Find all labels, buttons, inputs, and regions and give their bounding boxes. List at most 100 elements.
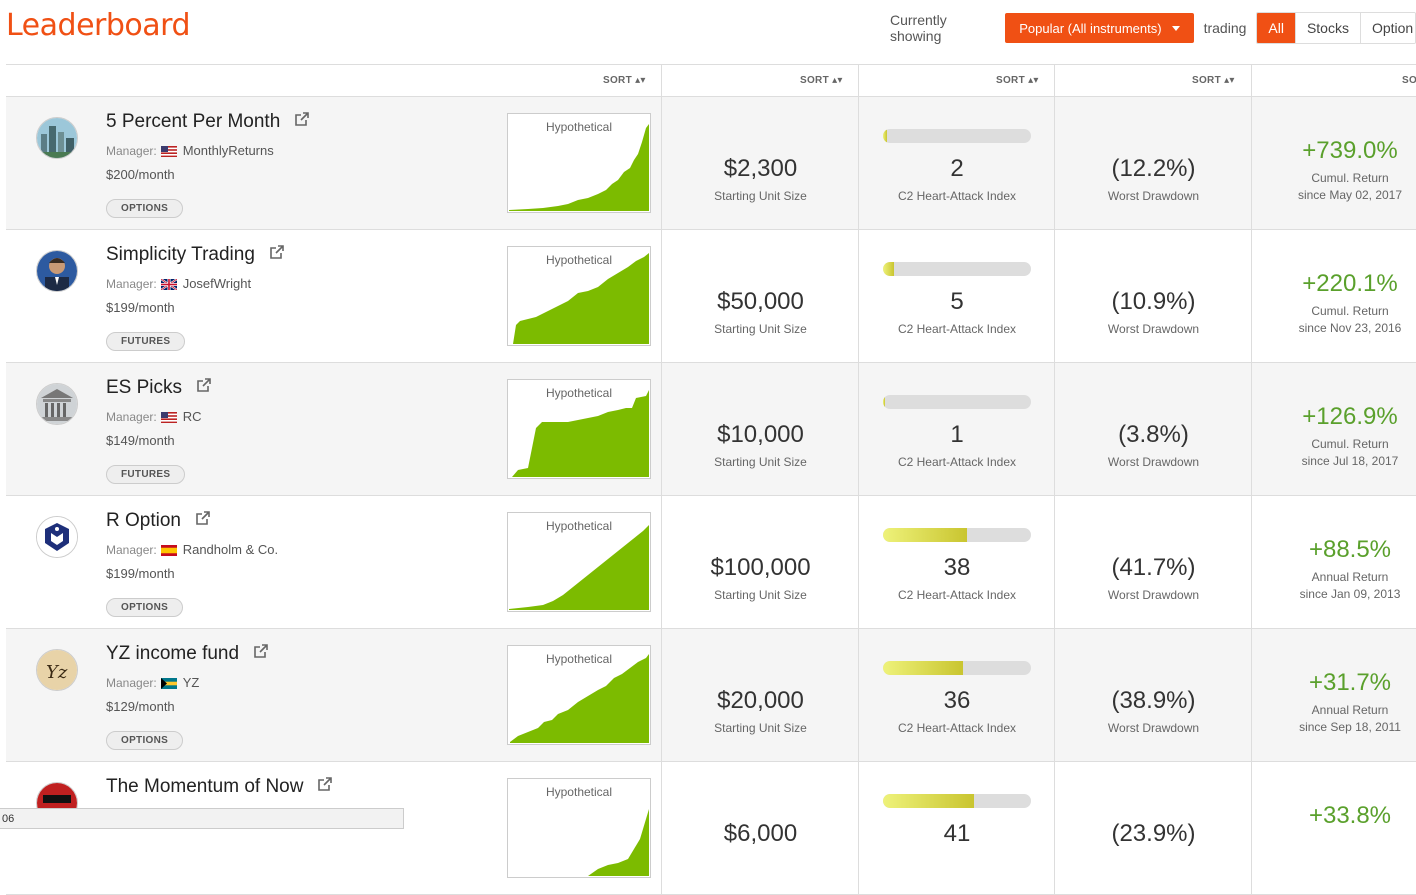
return-cell: +220.1% Cumul. Return since Nov 23, 2016 bbox=[1251, 230, 1416, 362]
building-icon[interactable] bbox=[36, 383, 78, 425]
heart-attack-bar bbox=[883, 794, 1031, 808]
table-row[interactable]: 5 Percent Per Month Manager: MonthlyRetur… bbox=[6, 97, 1416, 230]
return-since: since Jul 18, 2017 bbox=[1301, 454, 1399, 468]
instrument-tag: FUTURES bbox=[106, 332, 186, 351]
drawdown-value: (12.2%) bbox=[1111, 155, 1196, 182]
table-row[interactable]: ES Picks Manager: RC $149/month FUTURES H… bbox=[6, 363, 1416, 496]
tab-options[interactable]: Option bbox=[1360, 13, 1416, 43]
drawdown-cell: (10.9%) Worst Drawdown bbox=[1054, 230, 1252, 362]
external-link-icon[interactable] bbox=[196, 377, 212, 399]
manager-name[interactable]: YZ bbox=[183, 675, 200, 690]
external-link-icon[interactable] bbox=[253, 643, 269, 665]
drawdown-label: Worst Drawdown bbox=[1107, 721, 1200, 735]
leaderboard-table: SORT ▴▾ SORT ▴▾ SORT ▴▾ SORT ▴▾ SORT 5 P… bbox=[6, 64, 1416, 895]
strategy-name-link[interactable]: ES Picks bbox=[106, 377, 212, 399]
unit-size-label: Starting Unit Size bbox=[714, 588, 807, 602]
heart-attack-label: C2 Heart-Attack Index bbox=[897, 588, 1017, 602]
yz-logo-icon[interactable]: Yz bbox=[36, 649, 78, 691]
drawdown-label: Worst Drawdown bbox=[1107, 189, 1200, 203]
external-link-icon[interactable] bbox=[317, 776, 333, 798]
person-icon[interactable] bbox=[36, 250, 78, 292]
flag-icon bbox=[160, 278, 178, 292]
instrument-dropdown[interactable]: Popular (All instruments) bbox=[1005, 13, 1194, 43]
shield-logo-icon[interactable] bbox=[36, 516, 78, 558]
instrument-tag: FUTURES bbox=[106, 465, 186, 484]
instrument-tag: OPTIONS bbox=[106, 199, 184, 218]
return-label: Annual Return bbox=[1311, 703, 1389, 717]
currently-showing-label: Currently showing bbox=[890, 12, 947, 44]
unit-size-cell: $6,000 bbox=[661, 762, 859, 894]
chart-hypothetical-label: Hypothetical bbox=[545, 652, 613, 666]
manager-name[interactable]: MonthlyReturns bbox=[183, 143, 274, 158]
strategy-name-link[interactable]: 5 Percent Per Month bbox=[106, 111, 310, 133]
return-label: Annual Return bbox=[1311, 570, 1389, 584]
trading-label: trading bbox=[1203, 20, 1247, 36]
unit-size-value: $10,000 bbox=[717, 421, 804, 448]
heart-attack-label: C2 Heart-Attack Index bbox=[897, 322, 1017, 336]
heart-attack-bar bbox=[883, 528, 1031, 542]
strategy-name-link[interactable]: YZ income fund bbox=[106, 643, 269, 665]
unit-size-label: Starting Unit Size bbox=[714, 322, 807, 336]
heart-attack-value: 2 bbox=[950, 155, 964, 182]
sort-unit-size[interactable]: SORT ▴▾ bbox=[800, 75, 843, 86]
svg-text:Yz: Yz bbox=[46, 662, 68, 683]
strategy-name-link[interactable]: The Momentum of Now bbox=[106, 776, 333, 798]
subscription-price: $199/month bbox=[106, 566, 175, 581]
manager-name[interactable]: Randholm & Co. bbox=[183, 542, 278, 557]
equity-chart[interactable]: Hypothetical bbox=[507, 645, 651, 745]
flag-icon bbox=[160, 412, 177, 424]
table-row[interactable]: Simplicity Trading Manager: JosefWright $… bbox=[6, 230, 1416, 363]
return-cell: +31.7% Annual Return since Sep 18, 2011 bbox=[1251, 629, 1416, 761]
return-value: +126.9% bbox=[1302, 403, 1398, 430]
flag-icon bbox=[160, 678, 177, 690]
subscription-price: $199/month bbox=[106, 300, 175, 315]
heart-attack-bar bbox=[883, 262, 1031, 276]
table-row[interactable]: Yz YZ income fund Manager: YZ $129/month … bbox=[6, 629, 1416, 762]
equity-chart[interactable]: Hypothetical bbox=[507, 379, 651, 479]
manager-name[interactable]: RC bbox=[183, 409, 202, 424]
heart-attack-cell: 38 C2 Heart-Attack Index bbox=[858, 496, 1055, 628]
unit-size-label: Starting Unit Size bbox=[714, 455, 807, 469]
equity-chart[interactable]: Hypothetical bbox=[507, 246, 651, 346]
unit-size-cell: $2,300 Starting Unit Size bbox=[661, 97, 859, 229]
heart-attack-cell: 36 C2 Heart-Attack Index bbox=[858, 629, 1055, 761]
city-icon[interactable] bbox=[36, 117, 78, 159]
chart-hypothetical-label: Hypothetical bbox=[545, 519, 613, 533]
unit-size-value: $2,300 bbox=[723, 155, 798, 182]
drawdown-cell: (3.8%) Worst Drawdown bbox=[1054, 363, 1252, 495]
heart-attack-value: 5 bbox=[950, 288, 964, 315]
return-cell: +88.5% Annual Return since Jan 09, 2013 bbox=[1251, 496, 1416, 628]
strategy-name-link[interactable]: R Option bbox=[106, 510, 211, 532]
drawdown-value: (41.7%) bbox=[1111, 554, 1196, 581]
external-link-icon[interactable] bbox=[294, 111, 310, 133]
sort-drawdown[interactable]: SORT ▴▾ bbox=[1192, 75, 1235, 86]
return-since: since Nov 23, 2016 bbox=[1298, 321, 1402, 335]
sort-return[interactable]: SORT bbox=[1402, 75, 1416, 86]
return-since: since May 02, 2017 bbox=[1297, 188, 1403, 202]
equity-chart[interactable]: Hypothetical bbox=[507, 512, 651, 612]
sort-strategy[interactable]: SORT ▴▾ bbox=[603, 75, 646, 86]
tab-all[interactable]: All bbox=[1257, 13, 1296, 43]
unit-size-value: $100,000 bbox=[710, 554, 811, 581]
return-value: +220.1% bbox=[1302, 270, 1398, 297]
return-value: +31.7% bbox=[1308, 669, 1392, 696]
chart-hypothetical-label: Hypothetical bbox=[545, 386, 613, 400]
return-cell: +126.9% Cumul. Return since Jul 18, 2017 bbox=[1251, 363, 1416, 495]
return-value: +33.8% bbox=[1308, 802, 1392, 829]
external-link-icon[interactable] bbox=[269, 244, 285, 266]
drawdown-cell: (41.7%) Worst Drawdown bbox=[1054, 496, 1252, 628]
unit-size-cell: $10,000 Starting Unit Size bbox=[661, 363, 859, 495]
drawdown-value: (23.9%) bbox=[1111, 820, 1196, 847]
heart-attack-bar bbox=[883, 395, 1031, 409]
drawdown-value: (3.8%) bbox=[1118, 421, 1189, 448]
equity-chart[interactable]: Hypothetical bbox=[507, 778, 651, 878]
instrument-tag: OPTIONS bbox=[106, 731, 184, 750]
sort-heart-attack[interactable]: SORT ▴▾ bbox=[996, 75, 1039, 86]
tab-stocks[interactable]: Stocks bbox=[1295, 13, 1361, 43]
strategy-name-link[interactable]: Simplicity Trading bbox=[106, 244, 285, 266]
table-row[interactable]: R Option Manager: Randholm & Co. $199/mon… bbox=[6, 496, 1416, 629]
chart-hypothetical-label: Hypothetical bbox=[545, 253, 613, 267]
manager-name[interactable]: JosefWright bbox=[183, 276, 251, 291]
equity-chart[interactable]: Hypothetical bbox=[507, 113, 651, 213]
external-link-icon[interactable] bbox=[195, 510, 211, 532]
